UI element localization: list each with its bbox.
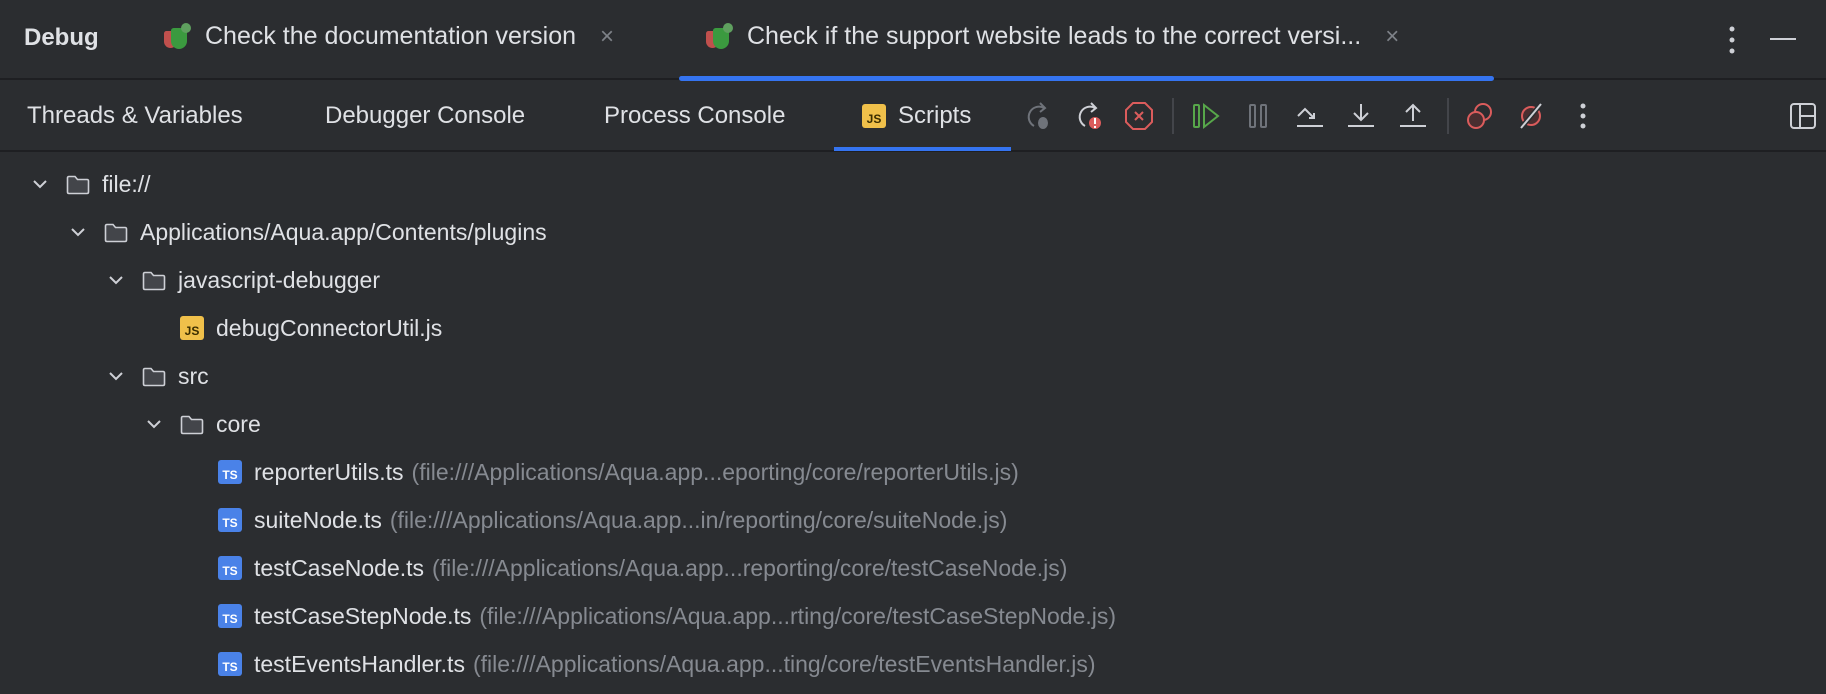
tab-label: Check the documentation version	[205, 22, 577, 50]
toolbar-separator	[1447, 98, 1449, 134]
tree-item-label: testCaseStepNode.ts	[254, 602, 472, 629]
chevron-down-icon[interactable]	[28, 172, 52, 196]
step-out-icon[interactable]	[1397, 100, 1429, 132]
tree-item-label: testEventsHandler.ts	[254, 650, 465, 677]
tree-file-row[interactable]: TS testEventsHandler.ts (file:///Applicati…	[0, 640, 1826, 688]
pause-icon[interactable]	[1242, 100, 1274, 132]
chevron-down-icon[interactable]	[104, 364, 128, 388]
close-icon[interactable]: ×	[600, 23, 614, 51]
ts-file-icon: TS	[218, 652, 242, 676]
tab-label: Debugger Console	[325, 102, 526, 129]
mute-breakpoints-icon[interactable]	[1515, 100, 1547, 132]
tab-process-console[interactable]: Process Console	[604, 102, 785, 130]
tab-label: Scripts	[898, 102, 972, 129]
active-tab-indicator	[834, 147, 1011, 151]
tree-item-label: javascript-debugger	[178, 266, 381, 293]
active-tab-indicator	[679, 76, 1494, 81]
rerun-icon[interactable]	[1073, 100, 1105, 132]
tree-folder-row[interactable]: core	[0, 400, 1826, 448]
tree-file-row[interactable]: TS testCaseNode.ts (file:///Applications/A…	[0, 544, 1826, 592]
tab-debugger-console[interactable]: Debugger Console	[325, 102, 525, 130]
playwright-icon	[163, 22, 195, 51]
folder-icon	[66, 174, 90, 195]
folder-icon	[142, 366, 166, 387]
debugger-toolbar: Threads & Variables Debugger Console Pro…	[0, 82, 1826, 152]
tree-item-label: Applications/Aqua.app/Contents/plugins	[140, 218, 547, 245]
resume-icon[interactable]	[1190, 100, 1222, 132]
folder-icon	[142, 270, 166, 291]
chevron-down-icon[interactable]	[66, 220, 90, 244]
step-over-icon[interactable]	[1294, 100, 1326, 132]
ts-file-icon: TS	[218, 556, 242, 580]
ts-file-icon: TS	[218, 604, 242, 628]
tree-item-path: (file:///Applications/Aqua.app...eportin…	[411, 458, 1019, 485]
tree-item-path: (file:///Applications/Aqua.app...rting/c…	[479, 602, 1117, 629]
layout-settings-icon[interactable]	[1787, 100, 1819, 132]
playwright-icon	[705, 22, 737, 51]
tree-file-row[interactable]: TS testCaseStepNode.ts (file:///Applicatio…	[0, 592, 1826, 640]
scripts-tree: file:// Applications/Aqua.app/Contents/pl…	[0, 160, 1826, 688]
js-file-icon: JS	[180, 316, 204, 340]
tab-label: Threads & Variables	[27, 102, 243, 129]
view-breakpoints-icon[interactable]	[1464, 100, 1496, 132]
tree-file-row[interactable]: TS suiteNode.ts (file:///Applications/Aqua…	[0, 496, 1826, 544]
tree-folder-row[interactable]: javascript-debugger	[0, 256, 1826, 304]
tool-window-title: Debug	[24, 24, 99, 51]
stop-icon[interactable]	[1123, 100, 1155, 132]
tree-file-row[interactable]: JS debugConnectorUtil.js	[0, 304, 1826, 352]
tree-item-label: reporterUtils.ts	[254, 458, 404, 485]
tree-item-label: testCaseNode.ts	[254, 554, 425, 581]
tree-item-label: debugConnectorUtil.js	[216, 314, 443, 341]
ts-file-icon: TS	[218, 460, 242, 484]
toolbar-separator	[1172, 98, 1174, 134]
tree-item-label: file://	[102, 170, 151, 197]
close-icon[interactable]: ×	[1385, 23, 1399, 51]
tree-item-path: (file:///Applications/Aqua.app...in/repo…	[389, 506, 1008, 533]
tree-item-path: (file:///Applications/Aqua.app...reporti…	[432, 554, 1068, 581]
more-actions-icon[interactable]	[1567, 100, 1599, 132]
tree-item-path: (file:///Applications/Aqua.app...ting/co…	[472, 650, 1096, 677]
tab-threads-variables[interactable]: Threads & Variables	[27, 102, 243, 130]
folder-icon	[104, 222, 128, 243]
chevron-down-icon[interactable]	[104, 268, 128, 292]
session-tab-2[interactable]: Check if the support website leads to th…	[705, 22, 1399, 51]
session-tab-1[interactable]: Check the documentation version ×	[163, 22, 614, 51]
folder-icon	[180, 414, 204, 435]
tree-folder-row[interactable]: file://	[0, 160, 1826, 208]
tree-folder-row[interactable]: Applications/Aqua.app/Contents/plugins	[0, 208, 1826, 256]
tree-file-row[interactable]: TS reporterUtils.ts (file:///Applications/…	[0, 448, 1826, 496]
more-options-icon[interactable]	[1722, 24, 1742, 56]
chevron-down-icon[interactable]	[142, 412, 166, 436]
tab-label: Check if the support website leads to th…	[747, 22, 1362, 50]
tree-item-label: src	[178, 362, 209, 389]
tab-scripts[interactable]: JS Scripts	[862, 102, 971, 130]
step-into-icon[interactable]	[1345, 100, 1377, 132]
tree-item-label: suiteNode.ts	[254, 506, 382, 533]
tree-item-label: core	[216, 410, 261, 437]
ts-file-icon: TS	[218, 508, 242, 532]
js-file-icon: JS	[862, 104, 886, 128]
tree-folder-row[interactable]: src	[0, 352, 1826, 400]
rerun-debug-icon[interactable]	[1022, 100, 1054, 132]
debug-header: Debug Check the documentation version × …	[0, 0, 1826, 81]
tab-label: Process Console	[604, 102, 786, 129]
minimize-icon[interactable]	[1770, 38, 1796, 42]
